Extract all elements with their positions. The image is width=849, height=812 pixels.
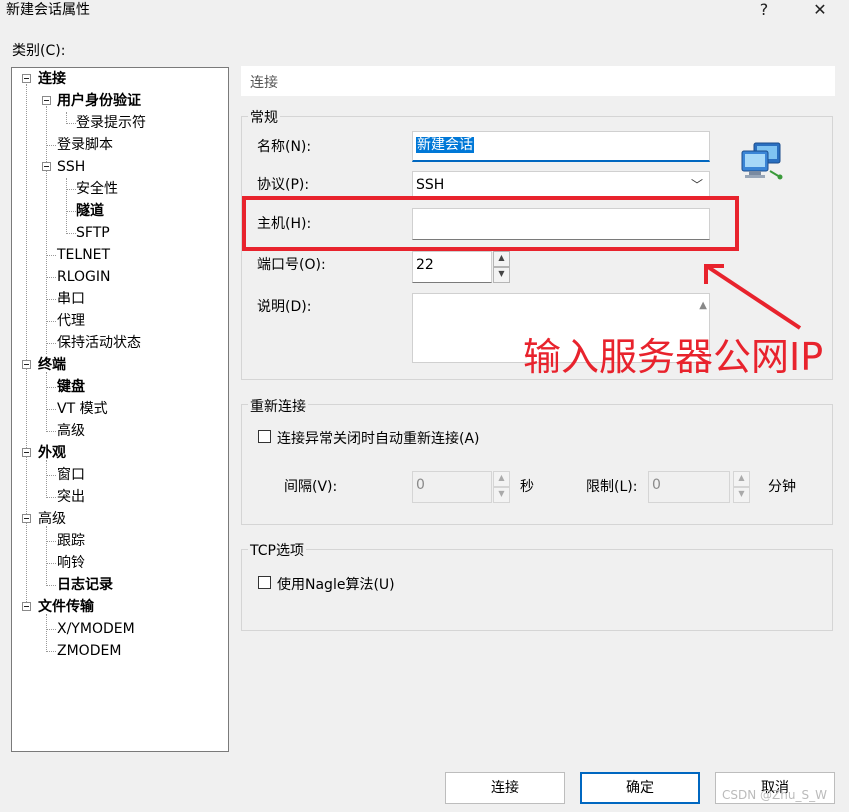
annotation-arrow-icon — [700, 262, 810, 332]
ok-button[interactable]: 确定 — [580, 772, 700, 804]
general-group-title: 常规 — [248, 107, 280, 127]
tree-item-rlogin[interactable]: RLOGIN — [57, 266, 111, 288]
spin-down-icon[interactable]: ▼ — [493, 267, 510, 283]
tree-item-trace[interactable]: 跟踪 — [57, 530, 85, 552]
window-title: 新建会话属性 — [6, 2, 90, 18]
interval-input-value: 0 — [416, 477, 425, 493]
tree-expander-icon[interactable] — [22, 448, 31, 457]
protocol-label: 协议(P): — [257, 177, 310, 193]
protocol-select-value: SSH — [416, 177, 445, 193]
tree-item-login-script[interactable]: 登录脚本 — [57, 134, 113, 156]
name-input[interactable]: 新建会话 — [412, 131, 710, 162]
port-label: 端口号(O): — [257, 257, 326, 273]
spin-down-icon[interactable]: ▼ — [733, 487, 750, 503]
tree-item-file-transfer[interactable]: 文件传输 — [38, 596, 94, 618]
nagle-label[interactable]: 使用Nagle算法(U) — [277, 574, 395, 594]
reconnect-group — [241, 404, 833, 525]
tree-item-terminal-advanced[interactable]: 高级 — [57, 420, 85, 442]
host-highlight-box — [242, 196, 739, 251]
tree-item-serial[interactable]: 串口 — [57, 288, 85, 310]
tree-item-telnet[interactable]: TELNET — [57, 244, 110, 266]
tree-item-highlight[interactable]: 突出 — [57, 486, 85, 508]
section-header: 连接 — [241, 66, 835, 96]
tree-item-bell[interactable]: 响铃 — [57, 552, 85, 574]
tree-item-advanced[interactable]: 高级 — [38, 508, 66, 530]
tree-item-xymodem[interactable]: X/YMODEM — [57, 618, 135, 640]
tree-item-security[interactable]: 安全性 — [76, 178, 118, 200]
section-title: 连接 — [250, 75, 278, 91]
tree-item-sftp[interactable]: SFTP — [76, 222, 110, 244]
seconds-unit: 秒 — [520, 479, 534, 495]
tree-expander-icon[interactable] — [42, 96, 51, 105]
tree-item-terminal[interactable]: 终端 — [38, 354, 66, 376]
tcp-group-title: TCP选项 — [248, 540, 306, 560]
tree-expander-icon[interactable] — [42, 162, 51, 171]
tree-item-login-prompt[interactable]: 登录提示符 — [76, 112, 146, 134]
title-bar: 新建会话属性 ? ✕ — [0, 0, 849, 22]
tree-item-keyboard[interactable]: 键盘 — [57, 376, 85, 398]
tree-item-vt-mode[interactable]: VT 模式 — [57, 398, 108, 420]
tree-item-window[interactable]: 窗口 — [57, 464, 85, 486]
category-label: 类别(C): — [12, 43, 66, 59]
limit-input[interactable]: 0 — [648, 471, 730, 503]
spin-up-icon[interactable]: ▲ — [733, 471, 750, 487]
tree-item-tunnel[interactable]: 隧道 — [76, 200, 104, 222]
limit-spinner[interactable]: ▲ ▼ — [733, 471, 750, 503]
port-input[interactable]: 22 — [412, 251, 492, 283]
nagle-checkbox[interactable] — [258, 576, 271, 589]
name-label: 名称(N): — [257, 139, 312, 155]
interval-spinner[interactable]: ▲ ▼ — [493, 471, 510, 503]
help-button[interactable]: ? — [752, 0, 776, 20]
minutes-unit: 分钟 — [768, 479, 796, 495]
tree-expander-icon[interactable] — [22, 74, 31, 83]
network-computers-icon — [740, 141, 784, 181]
spin-up-icon[interactable]: ▲ — [493, 471, 510, 487]
port-input-value: 22 — [416, 257, 434, 273]
limit-input-value: 0 — [652, 477, 661, 493]
description-label: 说明(D): — [257, 299, 312, 315]
tree-expander-icon[interactable] — [22, 514, 31, 523]
limit-label: 限制(L): — [586, 479, 638, 495]
tree-expander-icon[interactable] — [22, 360, 31, 369]
category-tree[interactable]: 连接 用户身份验证 登录提示符 登录脚本 SSH 安全性 隧道 SFTP TEL… — [11, 67, 229, 752]
tree-expander-icon[interactable] — [22, 602, 31, 611]
watermark: CSDN @Zhu_S_W — [722, 788, 827, 802]
auto-reconnect-checkbox[interactable] — [258, 430, 271, 443]
protocol-select[interactable]: SSH ﹀ — [412, 171, 710, 199]
name-input-value: 新建会话 — [416, 137, 474, 153]
interval-input[interactable]: 0 — [412, 471, 492, 503]
tree-item-auth[interactable]: 用户身份验证 — [57, 90, 141, 112]
spin-up-icon[interactable]: ▲ — [493, 251, 510, 267]
tree-item-appearance[interactable]: 外观 — [38, 442, 66, 464]
reconnect-group-title: 重新连接 — [248, 396, 308, 416]
interval-label: 间隔(V): — [284, 479, 338, 495]
tree-item-connection[interactable]: 连接 — [38, 68, 66, 90]
tree-item-ssh[interactable]: SSH — [57, 156, 85, 178]
chevron-down-icon: ﹀ — [690, 178, 703, 192]
tree-item-zmodem[interactable]: ZMODEM — [57, 640, 121, 662]
auto-reconnect-label[interactable]: 连接异常关闭时自动重新连接(A) — [277, 428, 480, 448]
connect-button[interactable]: 连接 — [445, 772, 565, 804]
tree-item-logging[interactable]: 日志记录 — [57, 574, 113, 596]
annotation-text: 输入服务器公网IP — [523, 335, 824, 379]
port-spinner[interactable]: ▲ ▼ — [493, 251, 510, 283]
spin-down-icon[interactable]: ▼ — [493, 487, 510, 503]
tree-item-proxy[interactable]: 代理 — [57, 310, 85, 332]
tree-item-keepalive[interactable]: 保持活动状态 — [57, 332, 141, 354]
close-button[interactable]: ✕ — [808, 0, 832, 20]
